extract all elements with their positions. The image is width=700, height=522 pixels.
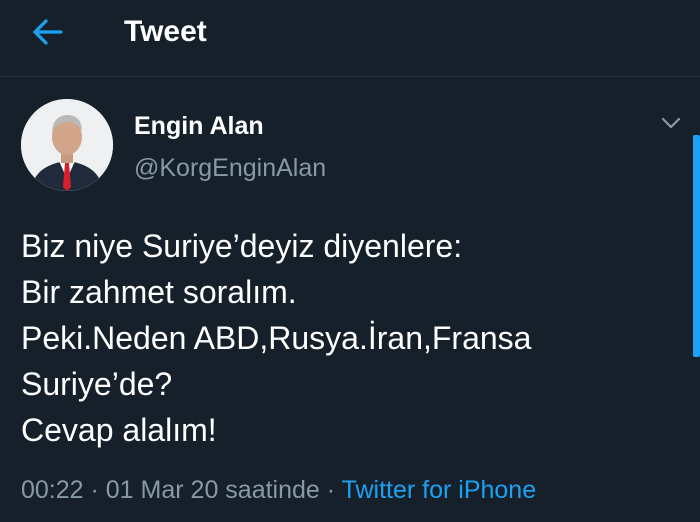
back-button[interactable] (28, 12, 68, 52)
tweet-text-line: Cevap alalım! (21, 412, 217, 448)
author-handle[interactable]: @KorgEnginAlan (134, 153, 326, 183)
tweet-text-line: Bir zahmet soralım. (21, 274, 297, 310)
tweet-meta: 00:22 · 01 Mar 20 saatinde · Twitter for… (21, 474, 536, 506)
profile-photo (21, 99, 113, 191)
tweet-text-line: Biz niye Suriye’deyiz diyenlere: (21, 228, 463, 264)
meta-separator: · (83, 476, 106, 504)
top-bar: Tweet (0, 0, 700, 77)
tweet-source-link[interactable]: Twitter for iPhone (342, 476, 537, 504)
meta-separator: · (319, 476, 342, 504)
scrollbar[interactable] (693, 135, 700, 357)
arrow-left-icon (33, 19, 63, 45)
author-name[interactable]: Engin Alan (134, 111, 264, 141)
tweet-time: 00:22 (21, 476, 84, 504)
tweet-text-line: Peki.Neden ABD,Rusya.İran,Fransa (21, 320, 532, 356)
tweet-text-line: Suriye’de? (21, 366, 173, 402)
page-title: Tweet (124, 15, 207, 48)
avatar[interactable] (21, 99, 113, 191)
tweet-detail: Engin Alan @KorgEnginAlan Biz niye Suriy… (0, 77, 700, 522)
tweet-date: 01 Mar 20 saatinde (105, 476, 320, 504)
chevron-down-icon (661, 117, 681, 129)
tweet-text: Biz niye Suriye’deyiz diyenlere: Bir zah… (21, 223, 671, 453)
tweet-menu-button[interactable] (654, 109, 688, 137)
